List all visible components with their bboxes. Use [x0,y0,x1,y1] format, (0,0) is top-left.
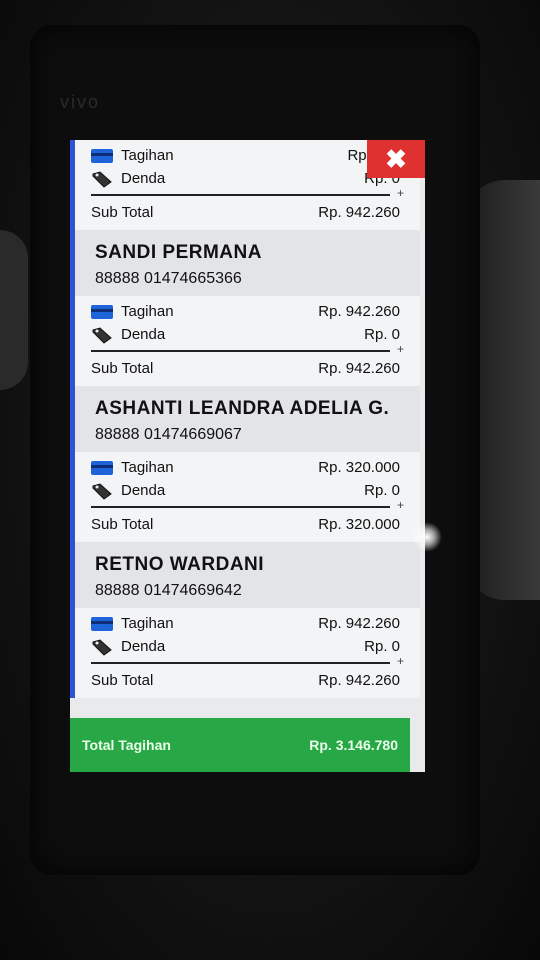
device-brand: vivo [60,92,101,112]
subtotal-row: Sub Total Rp. 320.000 [91,510,400,542]
customer-name: ASHANTI LEANDRA ADELIA G. [95,398,390,419]
denda-label: Denda [121,326,166,343]
price-tag-icon [92,326,112,344]
bill-items: Tagihan Rp. 942.260 Denda Rp. 0 + Sub To… [75,296,420,386]
tagihan-row: Tagihan Rp. 942.260 [91,300,400,323]
credit-card-icon [91,148,113,163]
customer-id: 88888 01474665366 [95,270,242,287]
bill-block[interactable]: RETNO WARDANI 88888 01474669642 Tagihan … [70,542,420,698]
denda-value: Rp. 0 [364,326,400,343]
tagihan-row: Tagihan Rp. 942.260 [91,612,400,635]
denda-label: Denda [121,170,166,187]
customer-name: SANDI PERMANA [95,242,262,263]
close-icon: ✖ [385,143,407,174]
denda-row: Denda Rp. 0 [91,167,400,190]
credit-card-icon [91,616,113,631]
price-tag-icon [92,638,112,656]
subtotal-label: Sub Total [91,359,154,377]
denda-row: Denda Rp. 0 [91,635,400,658]
tagihan-row: Tagihan Rp. 942 [91,144,400,167]
bill-items: Tagihan Rp. 320.000 Denda Rp. 0 + Sub To… [75,452,420,542]
tagihan-value: Rp. 942.260 [318,615,400,632]
denda-value: Rp. 0 [364,482,400,499]
customer-name: RETNO WARDANI [95,554,265,575]
subtotal-row: Sub Total Rp. 942.260 [91,198,400,230]
tagihan-label: Tagihan [121,615,174,632]
separator: + [91,186,404,200]
tagihan-label: Tagihan [121,147,174,164]
customer-id: 88888 01474669642 [95,582,242,599]
separator: + [91,654,404,668]
denda-row: Denda Rp. 0 [91,479,400,502]
tagihan-value: Rp. 320.000 [318,459,400,476]
subtotal-row: Sub Total Rp. 942.260 [91,354,400,386]
total-bar: Total Tagihan Rp. 3.146.780 [70,718,410,772]
denda-row: Denda Rp. 0 [91,323,400,346]
price-tag-icon [92,482,112,500]
subtotal-value: Rp. 942.260 [318,671,400,689]
light-glare [412,522,442,552]
customer-header: ASHANTI LEANDRA ADELIA G. 88888 01474669… [75,386,420,452]
subtotal-row: Sub Total Rp. 942.260 [91,666,400,698]
price-tag-icon [92,170,112,188]
separator: + [91,498,404,512]
denda-value: Rp. 0 [364,638,400,655]
subtotal-label: Sub Total [91,203,154,221]
bill-items: Tagihan Rp. 942.260 Denda Rp. 0 + Sub To… [75,608,420,698]
denda-label: Denda [121,638,166,655]
subtotal-label: Sub Total [91,515,154,533]
total-value: Rp. 3.146.780 [309,737,398,753]
finger-left [0,230,28,390]
bill-block[interactable]: ASHANTI LEANDRA ADELIA G. 88888 01474669… [70,386,420,542]
tagihan-value: Rp. 942.260 [318,303,400,320]
credit-card-icon [91,304,113,319]
separator: + [91,342,404,356]
tagihan-label: Tagihan [121,303,174,320]
tagihan-row: Tagihan Rp. 320.000 [91,456,400,479]
total-label: Total Tagihan [82,737,171,753]
subtotal-value: Rp. 320.000 [318,515,400,533]
bill-block[interactable]: SANDI PERMANA 88888 01474665366 Tagihan … [70,230,420,386]
customer-id: 88888 01474669067 [95,426,242,443]
app-screen: ✖ Tagihan Rp. 942 [70,140,425,772]
credit-card-icon [91,460,113,475]
customer-header: SANDI PERMANA 88888 01474665366 [75,230,420,296]
subtotal-value: Rp. 942.260 [318,203,400,221]
subtotal-label: Sub Total [91,671,154,689]
bill-list[interactable]: Tagihan Rp. 942 Denda Rp. 0 + [70,140,420,698]
customer-header: RETNO WARDANI 88888 01474669642 [75,542,420,608]
tagihan-label: Tagihan [121,459,174,476]
close-button[interactable]: ✖ [367,140,425,178]
subtotal-value: Rp. 942.260 [318,359,400,377]
denda-label: Denda [121,482,166,499]
